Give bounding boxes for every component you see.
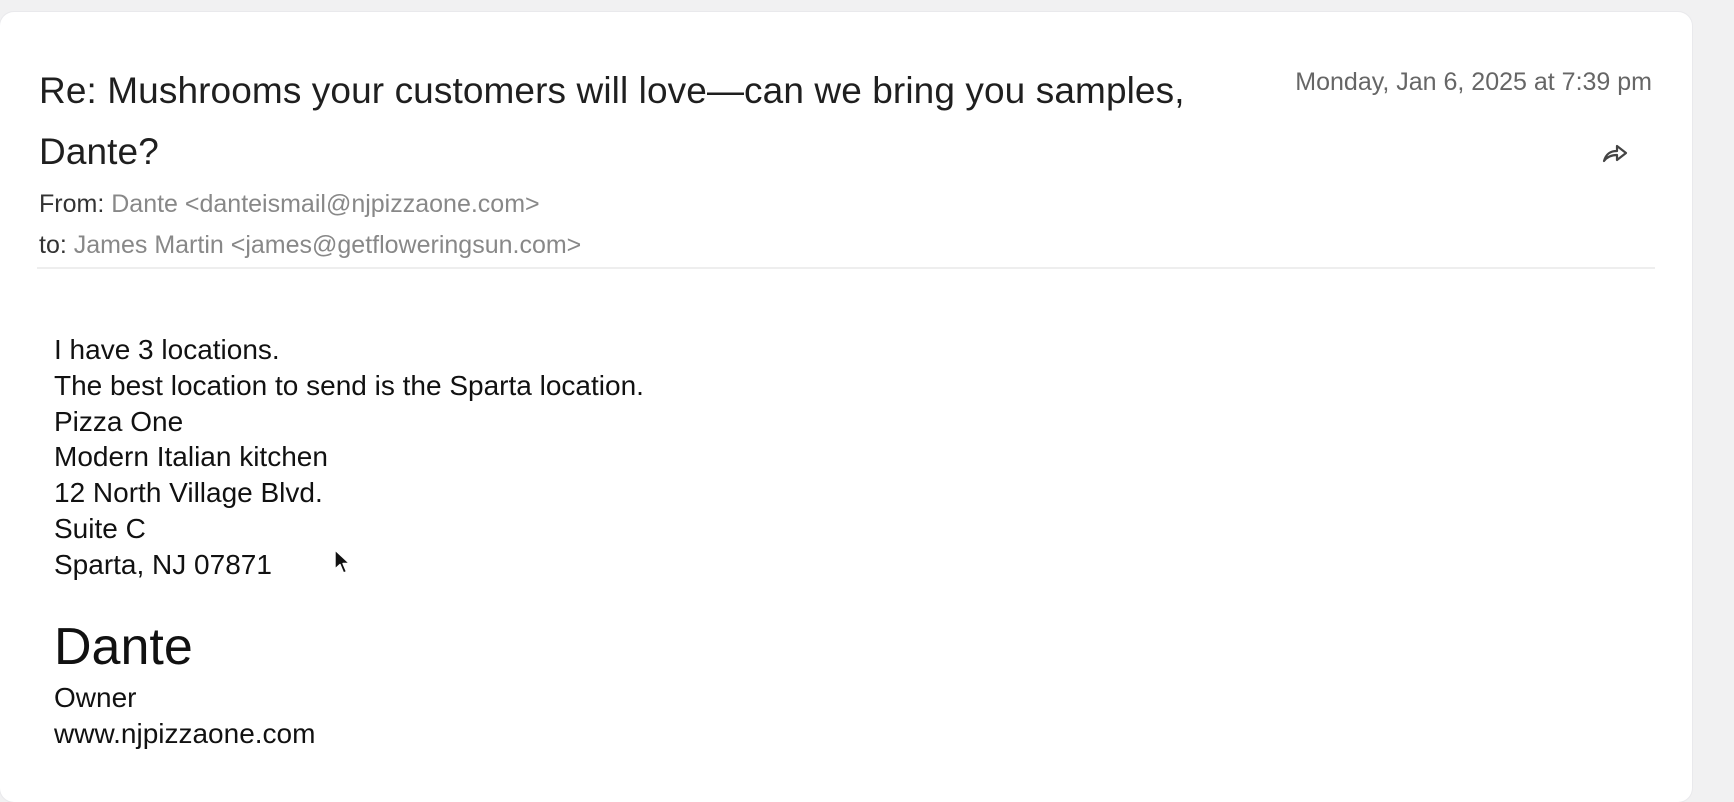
body-line: 12 North Village Blvd.: [54, 477, 323, 509]
body-line: I have 3 locations.: [54, 334, 280, 365]
body-line: Pizza One: [54, 405, 184, 437]
forward-arrow-icon[interactable]: [1598, 136, 1632, 170]
email-card: Re: Mushrooms your customers will love—c…: [0, 12, 1692, 802]
email-to: to: James Martin <james@getfloweringsun.…: [39, 231, 581, 260]
from-label: From:: [39, 190, 105, 218]
to-value[interactable]: James Martin <james@getfloweringsun.com>: [74, 231, 582, 259]
signature-title: Owner: [54, 682, 137, 713]
body-line: The best location to send is the Sparta …: [54, 369, 644, 401]
header-divider: [37, 267, 1655, 269]
email-date: Monday, Jan 6, 2025 at 7:39 pm: [1295, 68, 1652, 96]
body-line: Suite C: [54, 512, 146, 544]
email-from: From: Dante <danteismail@njpizzaone.com>: [39, 190, 540, 219]
email-subject: Re: Mushrooms your customers will love—c…: [39, 70, 1185, 172]
signature-website-link[interactable]: www.njpizzaone.com: [54, 718, 315, 750]
email-body: I have 3 locations. The best location to…: [54, 332, 644, 583]
body-line: Modern Italian kitchen: [54, 441, 328, 473]
mouse-pointer-icon: [333, 548, 353, 576]
scrollbar-track[interactable]: [1692, 0, 1734, 778]
to-label: to:: [39, 231, 67, 259]
from-value[interactable]: Dante <danteismail@njpizzaone.com>: [111, 190, 539, 218]
signature-name: Dante: [54, 618, 193, 676]
